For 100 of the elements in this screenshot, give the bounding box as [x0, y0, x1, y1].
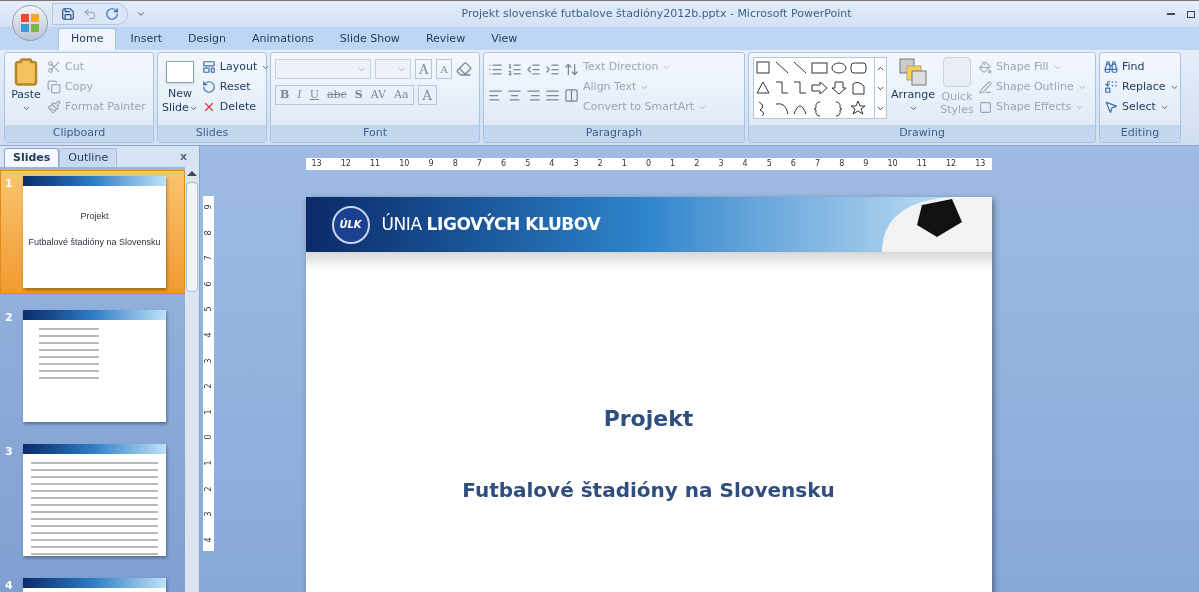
- ribbon-tab[interactable]: Design: [176, 28, 239, 50]
- undo-icon[interactable]: [83, 7, 97, 21]
- restore-icon[interactable]: [1187, 10, 1195, 18]
- clear-formatting-icon[interactable]: [455, 61, 472, 77]
- ribbon-tab[interactable]: Insert: [118, 28, 175, 50]
- group-label: Slides: [195, 125, 229, 142]
- decrease-indent-icon[interactable]: [526, 61, 541, 77]
- align-right-icon[interactable]: [526, 87, 541, 103]
- slide-subtitle: Futbalové štadióny na Slovensku: [462, 477, 835, 504]
- ruler-number: 6: [202, 281, 214, 287]
- ruler-number: 4: [202, 537, 214, 543]
- ruler-number: 13: [311, 158, 322, 170]
- ruler-number: 1: [621, 158, 627, 170]
- ribbon-tab[interactable]: Animations: [240, 28, 326, 50]
- format-button[interactable]: Aa: [390, 86, 413, 104]
- ribbon-tab[interactable]: Slide Show: [327, 28, 412, 50]
- ribbon-tab[interactable]: Home: [58, 28, 117, 50]
- copy-icon: [47, 80, 61, 94]
- office-logo-icon: [20, 13, 40, 33]
- ribbon-button[interactable]: Replace: [1104, 77, 1179, 97]
- customize-toolbar-icon[interactable]: [136, 9, 146, 19]
- ruler-number: 9: [202, 204, 214, 210]
- format-button[interactable]: I: [293, 86, 306, 104]
- pen-icon: [979, 80, 992, 94]
- ruler-number: 12: [340, 158, 351, 170]
- slide-thumbnail-row[interactable]: 1 Projekt Futbalové štadióny na Slovensku: [0, 170, 185, 294]
- format-button[interactable]: S: [350, 86, 367, 104]
- ruler-number: 2: [694, 158, 700, 170]
- panel-tab[interactable]: Outline: [59, 148, 118, 167]
- ruler-number: 6: [500, 158, 507, 170]
- format-button[interactable]: U: [305, 86, 323, 104]
- scissors-icon: [47, 60, 61, 74]
- group-label: Paragraph: [585, 125, 643, 142]
- font-name-field[interactable]: [275, 59, 371, 79]
- ruler-number: 2: [597, 158, 603, 170]
- slide-thumbnail-row[interactable]: 4: [0, 572, 185, 592]
- slide-thumbnail-row[interactable]: 3: [0, 438, 185, 562]
- arrange-button[interactable]: Arrange: [891, 57, 935, 125]
- new-slide-button[interactable]: New Slide: [162, 57, 198, 125]
- align-center-icon[interactable]: [507, 87, 522, 103]
- ruler-number: 7: [815, 158, 821, 170]
- bullets-icon[interactable]: [488, 61, 503, 77]
- font-size-field[interactable]: [375, 59, 411, 79]
- ruler-number: 4: [202, 332, 214, 338]
- ribbon-button[interactable]: Delete: [201, 97, 271, 117]
- format-button[interactable]: B: [276, 86, 294, 104]
- columns-icon[interactable]: [564, 87, 579, 103]
- ruler-number: 12: [945, 158, 957, 170]
- numbering-icon[interactable]: [507, 61, 522, 77]
- ribbon-button[interactable]: Reset: [201, 77, 271, 97]
- binoculars-icon: [1104, 60, 1118, 74]
- slide-thumbnail-row[interactable]: 2: [0, 304, 185, 428]
- ruler-number: 7: [476, 158, 482, 170]
- ruler-number: 11: [370, 158, 381, 170]
- window-title: Projekt slovenské futbalove štadióny2012b.pptx - Microsoft PowerPoint: [460, 5, 853, 22]
- ribbon-button[interactable]: Layout: [201, 57, 271, 77]
- group-label: Font: [363, 125, 387, 142]
- save-icon[interactable]: [61, 7, 75, 21]
- ribbon-tab[interactable]: Review: [413, 28, 478, 50]
- ruler-number: 8: [202, 230, 214, 236]
- scrollbar[interactable]: [185, 167, 199, 592]
- ruler-number: 9: [863, 158, 869, 170]
- ruler-number: 10: [887, 158, 898, 170]
- ruler-number: 13: [975, 158, 986, 170]
- close-button[interactable]: x: [179, 148, 187, 165]
- ribbon-button[interactable]: Select: [1104, 97, 1179, 117]
- square-icon: [979, 100, 992, 114]
- paste-button[interactable]: Paste: [9, 57, 43, 125]
- align-left-icon[interactable]: [488, 87, 503, 103]
- font-color-button[interactable]: A: [417, 85, 437, 105]
- grow-font-button[interactable]: A: [415, 59, 433, 79]
- ribbon-tab[interactable]: View: [479, 28, 530, 50]
- thumbnail-title: Projekt: [80, 210, 109, 223]
- ruler-number: 2: [202, 486, 214, 492]
- ribbon-button[interactable]: Find: [1104, 57, 1179, 77]
- ruler-number: 3: [573, 158, 579, 170]
- ruler-number: 1: [202, 460, 214, 466]
- increase-indent-icon[interactable]: [545, 61, 560, 77]
- slide-number: 3: [5, 444, 14, 460]
- ruler-number: 8: [839, 158, 845, 170]
- format-button[interactable]: AV: [366, 86, 390, 104]
- ruler-number: 3: [718, 158, 724, 170]
- slide-number: 2: [5, 310, 14, 326]
- logo-text: ÚLK: [339, 217, 362, 232]
- scroll-thumb[interactable]: [186, 182, 198, 292]
- thumbnail-subtitle: Futbalové štadióny na Slovensku: [28, 235, 161, 249]
- repeat-icon[interactable]: [105, 7, 119, 21]
- shrink-font-button[interactable]: A: [436, 59, 452, 79]
- line-spacing-icon[interactable]: [564, 61, 579, 77]
- justify-icon[interactable]: [545, 87, 560, 103]
- ruler-number: 0: [645, 158, 651, 170]
- office-button[interactable]: [12, 5, 48, 41]
- banner-title: ÚNIA LIGOVÝCH KLUBOV: [381, 212, 601, 236]
- paint-bucket-icon: [979, 60, 992, 74]
- format-button[interactable]: abc: [322, 86, 351, 104]
- panel-tab[interactable]: Slides: [4, 148, 60, 167]
- ruler-number: 4: [742, 158, 748, 170]
- layout-icon: [201, 60, 216, 74]
- slide-title: Projekt: [603, 405, 694, 433]
- ruler-number: 3: [202, 358, 214, 364]
